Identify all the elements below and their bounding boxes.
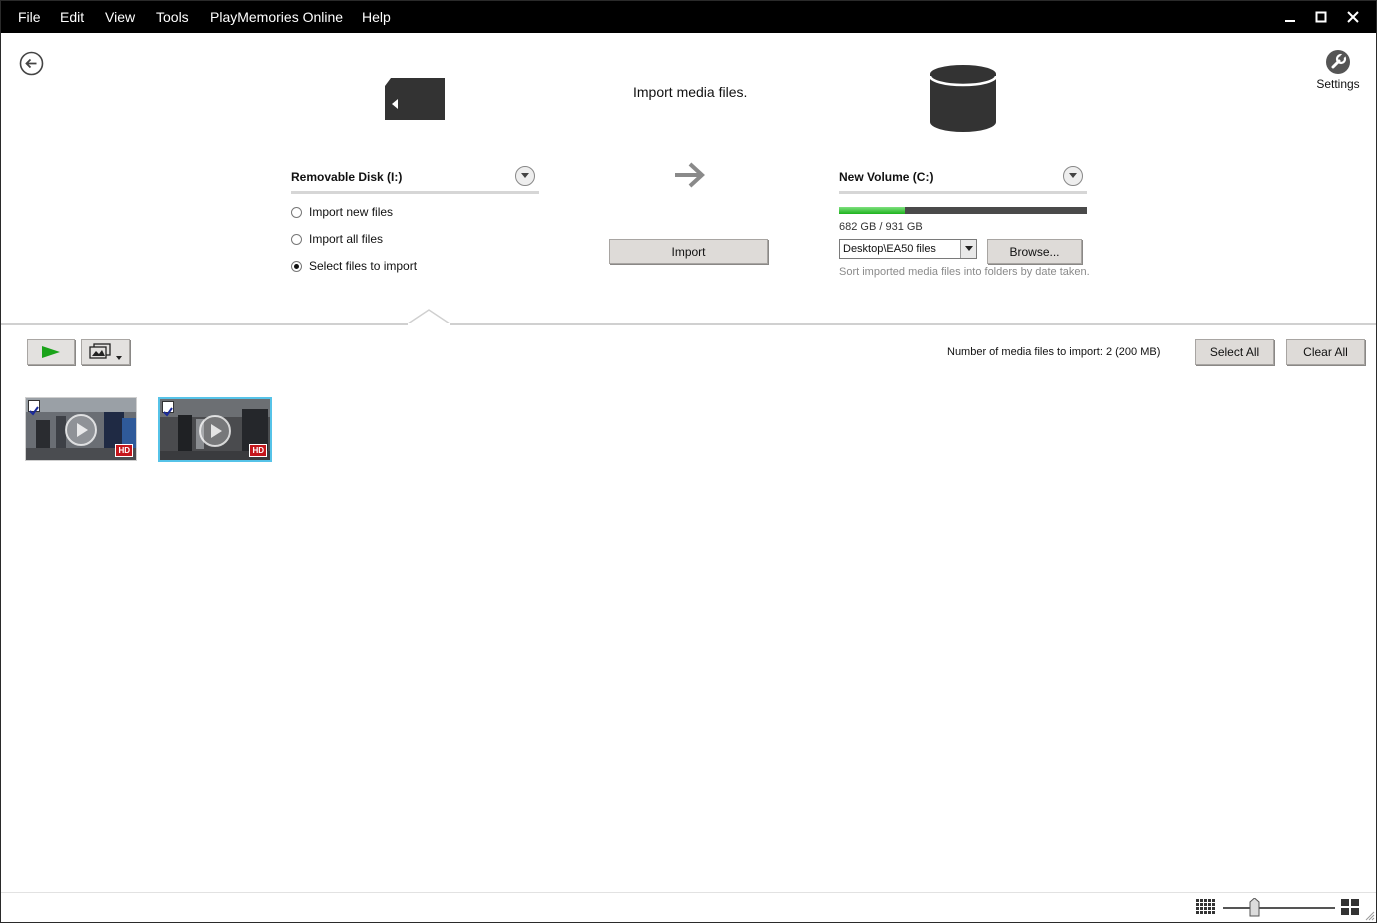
menu-edit[interactable]: Edit [60,9,84,25]
zoom-slider-thumb[interactable] [1249,898,1260,917]
capacity-bar [839,207,1087,214]
maximize-button[interactable] [1304,1,1338,33]
app-window: File Edit View Tools PlayMemories Online… [0,0,1377,923]
page-title: Import media files. [633,84,748,100]
large-grid-icon[interactable] [1341,899,1360,915]
menu-tools[interactable]: Tools [156,9,189,25]
arrow-right-icon [673,161,705,193]
clear-all-button[interactable]: Clear All [1286,339,1365,365]
hd-badge: HD [115,444,133,457]
play-icon [42,346,60,358]
wrench-icon [1326,50,1350,74]
thumbnail-checkbox[interactable] [162,401,174,417]
thumbnail-checkbox[interactable] [28,400,40,416]
source-device-dropdown[interactable]: Removable Disk (I:) [291,164,539,194]
media-thumbnail[interactable]: HD [158,397,272,462]
section-notch [407,309,451,325]
menu-file[interactable]: File [18,9,41,25]
radio-select-files[interactable] [291,260,302,272]
section-divider [1,323,1376,325]
maximize-icon [1315,11,1327,23]
option-label: Select files to import [309,259,418,273]
close-icon [1347,11,1359,23]
destination-folder-value: Desktop\EA50 files [843,243,936,255]
import-count-text: Number of media files to import: 2 (200 … [947,346,1161,358]
option-import-all-files[interactable]: Import all files [291,232,383,246]
photo-stack-icon [88,343,122,360]
radio-import-new[interactable] [291,206,302,218]
option-label: Import new files [309,205,394,219]
minimize-icon [1285,20,1295,22]
menu-bar: File Edit View Tools PlayMemories Online… [1,1,1376,33]
select-all-button[interactable]: Select All [1195,339,1274,365]
browse-button[interactable]: Browse... [987,239,1082,264]
sort-hint: Sort imported media files into folders b… [839,266,1090,278]
destination-volume-dropdown[interactable]: New Volume (C:) [839,164,1087,194]
destination-volume-label: New Volume (C:) [839,170,934,184]
status-bar [1,892,1376,922]
capacity-text: 682 GB / 931 GB [839,221,923,233]
resize-grip-icon[interactable] [1365,911,1375,921]
media-thumbnail[interactable]: HD [25,397,137,461]
option-select-files[interactable]: Select files to import [291,259,417,273]
settings-button[interactable]: Settings [1313,49,1363,91]
close-button[interactable] [1336,1,1370,33]
option-label: Import all files [309,232,384,246]
settings-label: Settings [1316,77,1360,91]
play-overlay-icon [199,415,231,447]
radio-import-all[interactable] [291,233,302,245]
sd-card-icon [385,78,445,124]
menu-playmemories-online[interactable]: PlayMemories Online [210,9,343,25]
hd-badge: HD [249,444,267,457]
back-arrow-icon [19,51,44,76]
import-button[interactable]: Import [609,239,768,264]
view-options-button[interactable] [81,339,130,365]
minimize-button[interactable] [1273,1,1307,33]
dropdown-arrow-icon[interactable] [960,240,976,258]
back-button[interactable] [19,51,44,76]
source-device-label: Removable Disk (I:) [291,170,403,184]
database-icon [928,64,998,138]
small-grid-icon[interactable] [1196,899,1216,915]
capacity-fill [839,207,906,214]
play-slideshow-button[interactable] [27,339,75,365]
zoom-slider-track[interactable] [1223,907,1335,909]
play-overlay-icon [65,414,97,446]
option-import-new-files[interactable]: Import new files [291,205,393,219]
chevron-down-icon[interactable] [1063,166,1083,186]
menu-view[interactable]: View [105,9,135,25]
menu-help[interactable]: Help [362,9,391,25]
chevron-down-icon[interactable] [515,166,535,186]
destination-folder-select[interactable]: Desktop\EA50 files [839,239,977,259]
